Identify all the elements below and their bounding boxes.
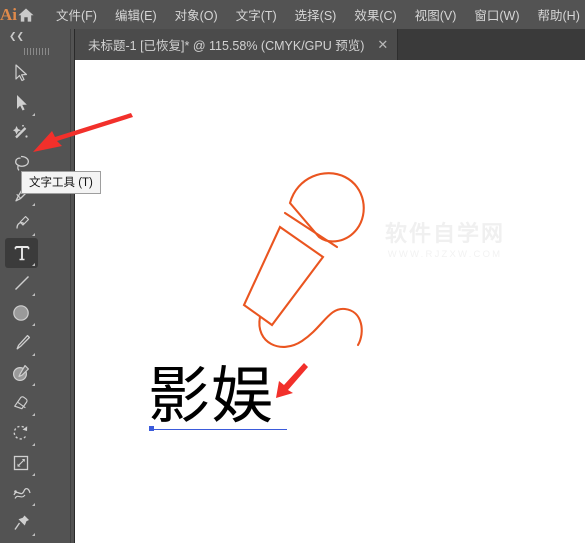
tools-panel-inner: ❮❮ [4,29,71,543]
scale-icon [13,455,29,471]
menu-object[interactable]: 对象(O) [166,2,227,27]
scale-tool[interactable] [5,448,38,478]
flyout-indicator-icon [32,263,35,266]
line-segment-tool[interactable] [5,268,38,298]
watermark-url: WWW.RJZXW.COM [387,249,503,260]
flyout-indicator-icon [32,293,35,296]
flyout-indicator-icon [32,353,35,356]
curvature-tool[interactable] [5,208,38,238]
menu-view[interactable]: 视图(V) [406,2,466,27]
shape-builder-tool[interactable] [5,538,38,543]
eraser-tool[interactable] [5,388,38,418]
rotate-icon [13,425,28,440]
document-tab[interactable]: 未标题-1 [已恢复]* @ 115.58% (CMYK/GPU 预览) ✕ [75,29,399,60]
tool-grid [4,58,70,543]
arrow-cursor-icon [15,64,27,82]
watermark: 软件自学网 WWW.RJZXW.COM [370,222,520,261]
type-T-icon [14,246,29,261]
rotate-tool[interactable] [5,418,38,448]
flyout-indicator-icon [32,233,35,236]
lasso-icon [15,155,29,171]
width-warp-icon [12,487,31,499]
selection-tool[interactable] [5,58,38,88]
line-segment-icon [14,276,29,290]
app-logo: Ai [0,4,17,24]
menu-file[interactable]: 文件(F) [47,2,106,27]
flyout-indicator-icon [32,383,35,386]
watermark-chinese: 软件自学网 [384,222,505,247]
collapse-panel-icon[interactable]: ❮❮ [4,29,70,44]
text-object[interactable]: 影娱 [148,365,274,427]
tool-tooltip: 文字工具 (T) [21,171,101,194]
grip-lines-icon [24,47,50,55]
flyout-indicator-icon [32,203,35,206]
menu-window[interactable]: 窗口(W) [465,2,528,27]
home-icon[interactable] [17,7,35,23]
white-arrow-cursor-icon [17,95,27,111]
artboard-canvas[interactable]: 软件自学网 WWW.RJZXW.COM 影娱 [75,60,585,543]
shaper-pencil-icon [12,365,29,382]
text-baseline [150,429,287,430]
width-tool[interactable] [5,478,38,508]
flyout-indicator-icon [32,113,35,116]
menu-help[interactable]: 帮助(H) [529,2,585,27]
menu-bar: Ai 文件(F) 编辑(E) 对象(O) 文字(T) 选择(S) 效果(C) 视… [0,0,585,29]
flyout-indicator-icon [32,443,35,446]
close-icon[interactable]: ✕ [377,38,388,51]
flyout-indicator-icon [32,533,35,536]
paintbrush-icon [16,334,30,350]
free-transform-tool[interactable] [5,508,38,538]
menu-edit[interactable]: 编辑(E) [106,2,166,27]
flyout-indicator-icon [32,413,35,416]
illustrator-window: Ai 文件(F) 编辑(E) 对象(O) 文字(T) 选择(S) 效果(C) 视… [0,0,585,543]
document-tab-title: 未标题-1 [已恢复]* @ 115.58% (CMYK/GPU 预览) [88,39,365,53]
document-tab-bar: 未标题-1 [已恢复]* @ 115.58% (CMYK/GPU 预览) ✕ [75,29,585,60]
flyout-indicator-icon [32,323,35,326]
pushpin-icon [13,515,29,530]
text-anchor-point[interactable] [149,426,154,431]
type-tool[interactable] [5,238,38,268]
flyout-indicator-icon [32,473,35,476]
menu-effect[interactable]: 效果(C) [345,2,405,27]
menu-type[interactable]: 文字(T) [227,2,286,27]
flyout-indicator-icon [32,503,35,506]
menu-items: 文件(F) 编辑(E) 对象(O) 文字(T) 选择(S) 效果(C) 视图(V… [47,2,585,27]
panel-drag-handle[interactable] [4,44,70,58]
curvature-pen-icon [15,215,29,229]
ellipse-tool[interactable] [5,298,38,328]
magic-wand-icon [13,124,28,139]
direct-selection-tool[interactable] [5,88,38,118]
paintbrush-tool[interactable] [5,328,38,358]
magic-wand-tool[interactable] [5,118,38,148]
shaper-tool[interactable] [5,358,38,388]
ellipse-icon [12,305,29,321]
microphone-artwork[interactable] [227,165,417,370]
menu-select[interactable]: 选择(S) [286,2,346,27]
tools-panel: ❮❮ [0,29,75,543]
eraser-icon [14,396,28,410]
